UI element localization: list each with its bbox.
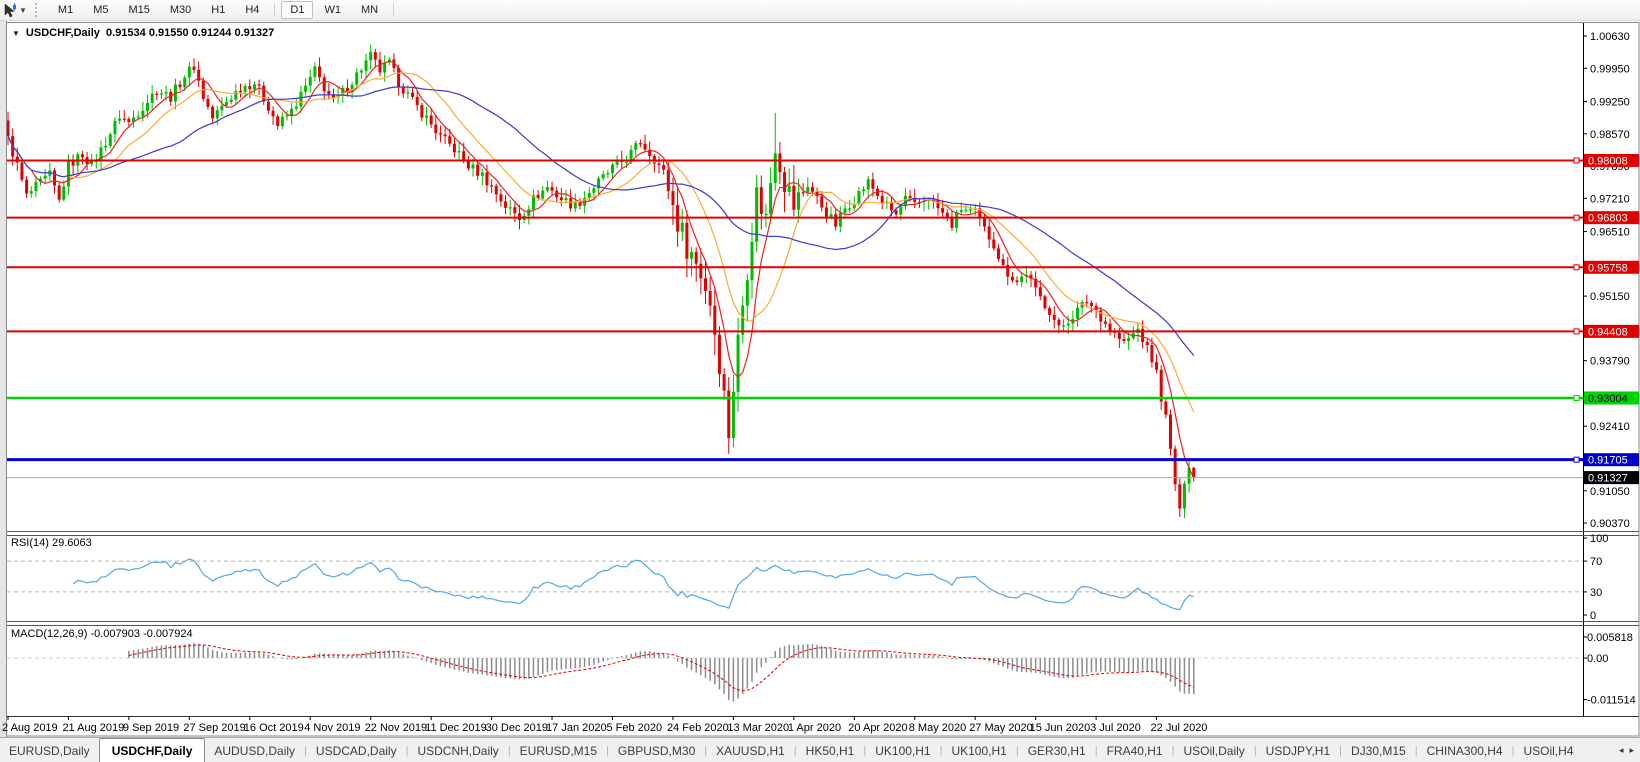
- macd-indicator-label: MACD(12,26,9) -0.007903 -0.007924: [11, 628, 193, 640]
- chart-tab-usdjpy-h1[interactable]: USDJPY,H1: [1257, 738, 1339, 762]
- toolbar-grip[interactable]: [34, 3, 42, 17]
- svg-text:0.91050: 0.91050: [1590, 486, 1630, 498]
- chart-tab-audusd-daily[interactable]: AUDUSD,Daily: [205, 738, 304, 762]
- svg-text:21 Aug 2019: 21 Aug 2019: [62, 722, 124, 734]
- timeframe-button-mn[interactable]: MN: [352, 1, 387, 19]
- chart-tab-xauusd-h1[interactable]: XAUUSD,H1: [707, 738, 794, 762]
- svg-text:15 Jun 2020: 15 Jun 2020: [1030, 722, 1091, 734]
- svg-text:8 May 2020: 8 May 2020: [909, 722, 966, 734]
- svg-text:0.96510: 0.96510: [1590, 227, 1630, 239]
- tab-scroll-right-icon[interactable]: ▸: [1626, 743, 1637, 758]
- svg-text:0.92410: 0.92410: [1590, 421, 1630, 433]
- chart-tab-usdchf-daily[interactable]: USDCHF,Daily: [98, 738, 206, 762]
- svg-text:0.91327: 0.91327: [1588, 473, 1628, 485]
- tab-scroll-left-icon[interactable]: ◂: [1616, 743, 1627, 758]
- svg-text:100: 100: [1590, 533, 1608, 545]
- cursor-icon: [4, 2, 16, 17]
- chart-tab-dj30-m15[interactable]: DJ30,M15: [1342, 738, 1415, 762]
- price-chart-canvas[interactable]: 1.006300.999500.992500.985700.978900.972…: [0, 0, 1640, 762]
- chart-tab-hk50-h1[interactable]: HK50,H1: [797, 738, 864, 762]
- timeframe-buttons: M1 M5 M15 M30 H1 H4 D1 W1 MN: [48, 0, 399, 20]
- svg-text:0.99250: 0.99250: [1590, 97, 1630, 109]
- trading-platform-window: ▼ M1 M5 M15 M30 H1 H4 D1 W1 MN 1.00630 0.99950 0.9…: [0, 0, 1640, 762]
- svg-text:70: 70: [1590, 556, 1602, 568]
- rsi-indicator-label: RSI(14) 29.6063: [11, 537, 92, 549]
- toolbar-separator: [274, 3, 276, 17]
- chart-tab-usoil-daily[interactable]: USOil,Daily: [1174, 738, 1253, 762]
- svg-text:17 Jan 2020: 17 Jan 2020: [546, 722, 607, 734]
- svg-text:27 May 2020: 27 May 2020: [969, 722, 1033, 734]
- timeframe-button-d1[interactable]: D1: [281, 1, 314, 19]
- svg-text:0.96803: 0.96803: [1588, 213, 1628, 225]
- svg-text:5 Feb 2020: 5 Feb 2020: [607, 722, 663, 734]
- timeframe-button-m15[interactable]: M15: [119, 1, 158, 19]
- svg-text:0.91705: 0.91705: [1588, 455, 1628, 467]
- timeframe-button-m5[interactable]: M5: [84, 1, 117, 19]
- timeframe-button-h1[interactable]: H1: [202, 1, 234, 19]
- svg-text:0.93790: 0.93790: [1590, 356, 1630, 368]
- svg-text:20 Apr 2020: 20 Apr 2020: [848, 722, 907, 734]
- collapse-triangle-icon[interactable]: ▼: [12, 29, 20, 38]
- timeframe-button-w1[interactable]: W1: [315, 1, 350, 19]
- svg-text:30: 30: [1590, 587, 1602, 599]
- svg-text:0.98008: 0.98008: [1588, 155, 1628, 167]
- chevron-down-icon: ▼: [19, 5, 27, 15]
- chart-tab-ger30-h1[interactable]: GER30,H1: [1019, 738, 1095, 762]
- timeframe-button-m30[interactable]: M30: [161, 1, 200, 19]
- svg-text:0.93004: 0.93004: [1588, 393, 1628, 405]
- chart-tool-button[interactable]: ▼: [0, 2, 31, 19]
- timeframe-button-m1[interactable]: M1: [49, 1, 82, 19]
- chart-tab-eurusd-daily[interactable]: EURUSD,Daily: [0, 738, 99, 762]
- chart-title: ▼ USDCHF,Daily 0.91534 0.91550 0.91244 0.…: [12, 27, 274, 39]
- svg-text:13 Mar 2020: 13 Mar 2020: [727, 722, 789, 734]
- svg-text:0.95150: 0.95150: [1590, 291, 1630, 303]
- svg-text:1.00630: 1.00630: [1590, 31, 1630, 43]
- svg-text:30 Dec 2019: 30 Dec 2019: [486, 722, 548, 734]
- chart-tab-uk100-h1[interactable]: UK100,H1: [942, 738, 1015, 762]
- svg-text:9 Sep 2019: 9 Sep 2019: [123, 722, 179, 734]
- chart-tab-eurusd-m15[interactable]: EURUSD,M15: [511, 738, 606, 762]
- svg-text:4 Nov 2019: 4 Nov 2019: [304, 722, 360, 734]
- chart-tab-uk100-h1[interactable]: UK100,H1: [866, 738, 939, 762]
- chart-tab-china300-h4[interactable]: CHINA300,H4: [1418, 738, 1512, 762]
- svg-text:0.94408: 0.94408: [1588, 326, 1628, 338]
- svg-text:0.005818: 0.005818: [1587, 632, 1633, 644]
- toolbar: ▼ M1 M5 M15 M30 H1 H4 D1 W1 MN: [0, 0, 1640, 21]
- svg-text:-0.011514: -0.011514: [1587, 695, 1636, 707]
- chart-ohlc-values: 0.91534 0.91550 0.91244 0.91327: [106, 27, 275, 39]
- svg-text:2 Aug 2019: 2 Aug 2019: [2, 722, 58, 734]
- svg-text:1 Apr 2020: 1 Apr 2020: [788, 722, 841, 734]
- tab-scroll-buttons: ◂ ▸: [1616, 738, 1640, 762]
- chart-tab-usdcnh-daily[interactable]: USDCNH,Daily: [408, 738, 507, 762]
- svg-text:3 Jul 2020: 3 Jul 2020: [1090, 722, 1141, 734]
- toolbar-separator: [393, 3, 395, 17]
- svg-text:22 Nov 2019: 22 Nov 2019: [365, 722, 427, 734]
- svg-text:0.99950: 0.99950: [1590, 63, 1630, 75]
- chart-symbol-period: USDCHF,Daily: [25, 27, 100, 39]
- svg-text:0: 0: [1590, 610, 1596, 622]
- timeframe-button-h4[interactable]: H4: [236, 1, 268, 19]
- svg-text:0.95758: 0.95758: [1588, 262, 1628, 274]
- chart-tab-fra40-h1[interactable]: FRA40,H1: [1098, 738, 1172, 762]
- chart-tab-bar: EURUSD,Daily USDCHF,Daily AUDUSD,Daily | USD…: [0, 737, 1640, 762]
- chart-tab-usdcad-daily[interactable]: USDCAD,Daily: [307, 738, 406, 762]
- chart-frame: [0, 20, 1640, 762]
- svg-text:24 Feb 2020: 24 Feb 2020: [667, 722, 729, 734]
- svg-text:16 Oct 2019: 16 Oct 2019: [244, 722, 304, 734]
- svg-text:27 Sep 2019: 27 Sep 2019: [183, 722, 245, 734]
- svg-text:0.00: 0.00: [1587, 653, 1608, 665]
- svg-text:0.97210: 0.97210: [1590, 193, 1630, 205]
- chart-tab-gbpusd-m30[interactable]: GBPUSD,M30: [609, 738, 704, 762]
- chart-tab-usoil-h4[interactable]: USOil,H4: [1514, 738, 1582, 762]
- svg-text:0.90370: 0.90370: [1590, 518, 1630, 530]
- svg-text:0.98570: 0.98570: [1590, 129, 1630, 141]
- svg-text:11 Dec 2019: 11 Dec 2019: [425, 722, 487, 734]
- svg-text:22 Jul 2020: 22 Jul 2020: [1151, 722, 1208, 734]
